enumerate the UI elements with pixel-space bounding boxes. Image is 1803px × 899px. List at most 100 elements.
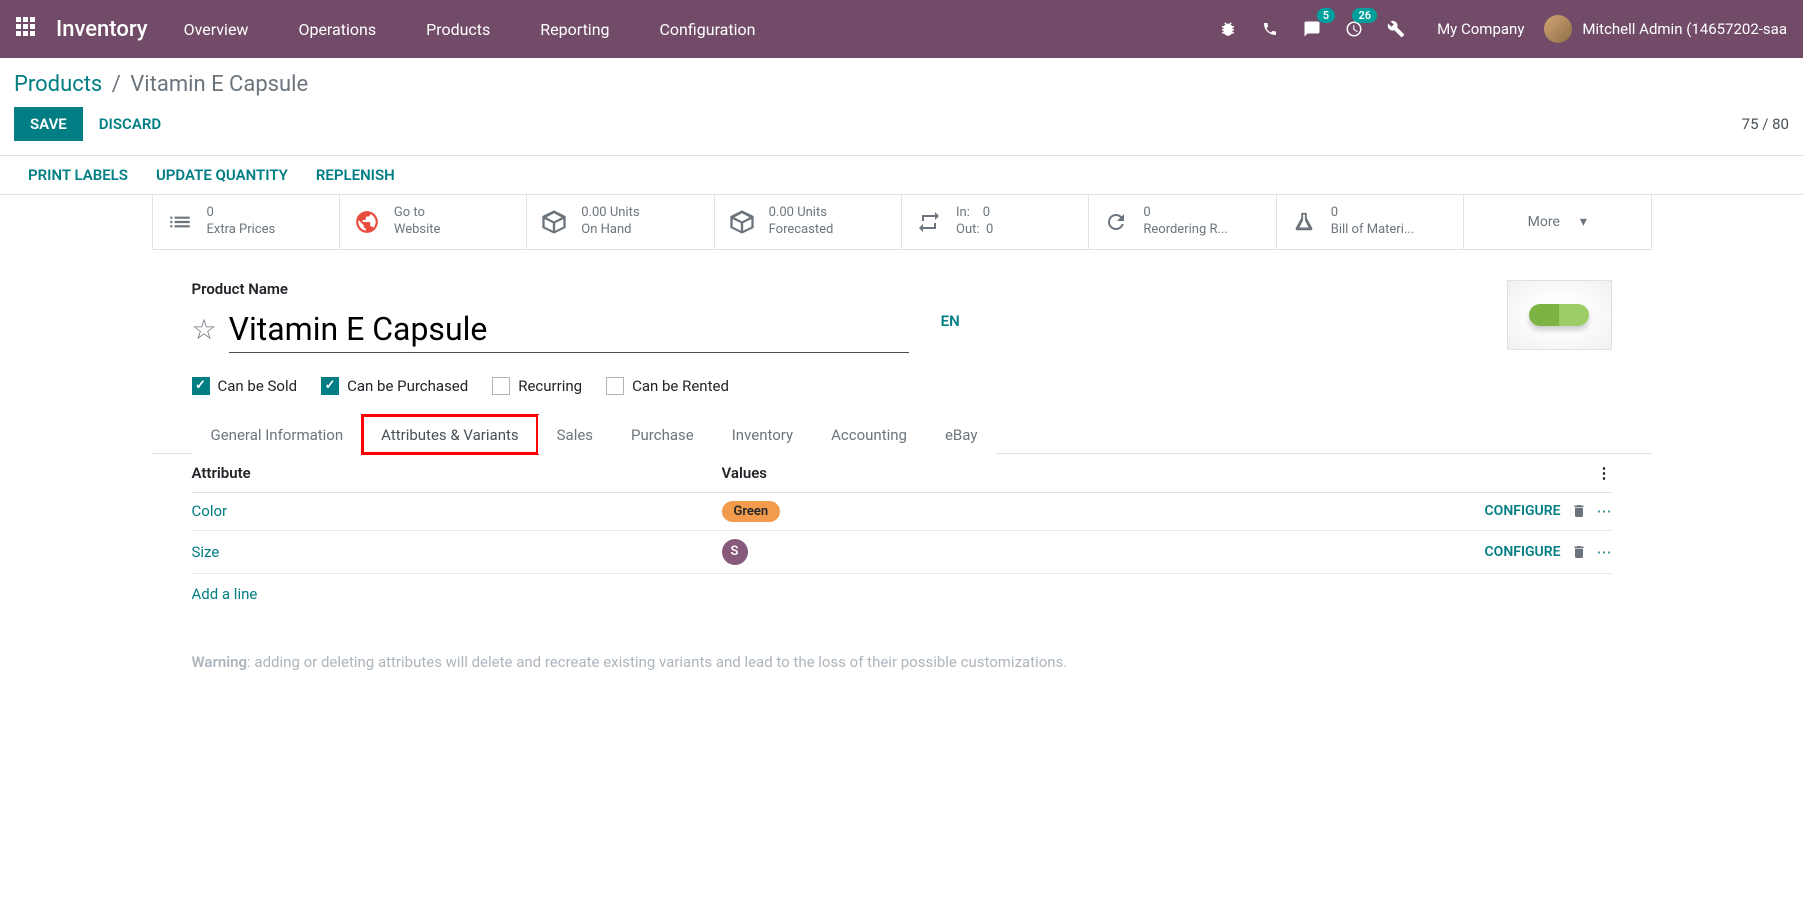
- tab-purchase[interactable]: Purchase: [612, 415, 713, 454]
- globe-icon: [352, 207, 382, 237]
- checkbox-label: Can be Sold: [218, 377, 298, 395]
- print-labels-button[interactable]: PRINT LABELS: [28, 166, 128, 184]
- stat-more[interactable]: More ▾: [1464, 195, 1650, 249]
- stat-value: 0: [1143, 205, 1227, 222]
- attribute-link[interactable]: Color: [192, 502, 228, 520]
- tab-inventory[interactable]: Inventory: [713, 415, 812, 454]
- stat-website[interactable]: Go to Website: [340, 195, 527, 249]
- checkbox-icon: [492, 377, 510, 395]
- refresh-icon: [1101, 207, 1131, 237]
- more-label: More: [1528, 214, 1560, 230]
- in-value: 0: [983, 205, 990, 220]
- table-row: Size S CONFIGURE ⋯: [192, 531, 1612, 574]
- can-be-purchased-checkbox[interactable]: Can be Purchased: [321, 377, 468, 395]
- configure-button[interactable]: CONFIGURE: [1485, 544, 1561, 560]
- cubes-icon: [539, 207, 569, 237]
- stat-value: 0: [1331, 205, 1414, 222]
- cubes-icon: [727, 207, 757, 237]
- stat-reordering[interactable]: 0 Reordering R...: [1089, 195, 1276, 249]
- table-row: Color Green CONFIGURE ⋯: [192, 493, 1612, 531]
- transfer-icon: [914, 207, 944, 237]
- breadcrumb: Products / Vitamin E Capsule: [14, 72, 1789, 97]
- schedule-icon[interactable]: 26: [1337, 12, 1371, 46]
- configure-button[interactable]: CONFIGURE: [1485, 503, 1561, 519]
- product-name-label: Product Name: [192, 280, 1612, 298]
- language-button[interactable]: EN: [941, 312, 960, 330]
- value-tag[interactable]: S: [722, 539, 748, 565]
- column-values: Values: [722, 464, 1582, 482]
- trash-icon[interactable]: [1571, 544, 1587, 560]
- flask-icon: [1289, 207, 1319, 237]
- user-name: Mitchell Admin (14657202-saa: [1582, 20, 1787, 38]
- more-icon[interactable]: ⋯: [1597, 543, 1612, 561]
- column-menu-icon[interactable]: ⋮: [1582, 464, 1612, 482]
- replenish-button[interactable]: REPLENISH: [316, 166, 395, 184]
- phone-icon[interactable]: [1253, 12, 1287, 46]
- stat-value: Go to: [394, 205, 441, 222]
- stat-label: Reordering R...: [1143, 222, 1227, 239]
- trash-icon[interactable]: [1571, 503, 1587, 519]
- tools-icon[interactable]: [1379, 12, 1413, 46]
- nav-products[interactable]: Products: [426, 20, 490, 39]
- capsule-icon: [1529, 304, 1589, 326]
- checkbox-label: Can be Rented: [632, 377, 729, 395]
- tab-ebay[interactable]: eBay: [926, 415, 996, 454]
- can-be-sold-checkbox[interactable]: Can be Sold: [192, 377, 298, 395]
- bug-icon[interactable]: [1211, 12, 1245, 46]
- checkbox-icon: [606, 377, 624, 395]
- tab-sales[interactable]: Sales: [538, 415, 612, 454]
- recurring-checkbox[interactable]: Recurring: [492, 377, 582, 395]
- tab-accounting[interactable]: Accounting: [812, 415, 926, 454]
- stat-label: Bill of Materi...: [1331, 222, 1414, 239]
- stat-on-hand[interactable]: 0.00 Units On Hand: [527, 195, 714, 249]
- stat-value: 0.00 Units: [581, 205, 639, 222]
- nav-overview[interactable]: Overview: [184, 20, 249, 39]
- nav-operations[interactable]: Operations: [298, 20, 376, 39]
- stat-label: Forecasted: [769, 222, 834, 239]
- checkbox-icon: [321, 377, 339, 395]
- user-menu[interactable]: Mitchell Admin (14657202-saa: [1544, 15, 1787, 43]
- stat-value: 0.00 Units: [769, 205, 834, 222]
- can-be-rented-checkbox[interactable]: Can be Rented: [606, 377, 729, 395]
- apps-icon[interactable]: [16, 17, 40, 41]
- stat-transfers[interactable]: In: 0 Out: 0: [902, 195, 1089, 249]
- favorite-star-icon[interactable]: ☆: [192, 313, 217, 346]
- app-brand[interactable]: Inventory: [56, 17, 148, 42]
- checkbox-icon: [192, 377, 210, 395]
- column-attribute: Attribute: [192, 464, 722, 482]
- warning-text: Warning: adding or deleting attributes w…: [152, 613, 1652, 691]
- update-quantity-button[interactable]: UPDATE QUANTITY: [156, 166, 288, 184]
- more-icon[interactable]: ⋯: [1597, 502, 1612, 520]
- product-image[interactable]: [1507, 280, 1612, 350]
- value-tag[interactable]: Green: [722, 501, 781, 522]
- stat-label: On Hand: [581, 222, 639, 239]
- nav-reporting[interactable]: Reporting: [540, 20, 609, 39]
- breadcrumb-parent[interactable]: Products: [14, 72, 102, 97]
- tab-attributes-variants[interactable]: Attributes & Variants: [362, 415, 537, 454]
- add-line-link[interactable]: Add a line: [192, 585, 258, 603]
- stat-forecasted[interactable]: 0.00 Units Forecasted: [715, 195, 902, 249]
- list-icon: [165, 207, 195, 237]
- save-button[interactable]: SAVE: [14, 107, 83, 141]
- checkbox-label: Can be Purchased: [347, 377, 468, 395]
- nav-configuration[interactable]: Configuration: [660, 20, 756, 39]
- stat-label: Website: [394, 222, 441, 239]
- stat-bom[interactable]: 0 Bill of Materi...: [1277, 195, 1464, 249]
- chat-badge: 5: [1317, 8, 1335, 23]
- company-selector[interactable]: My Company: [1437, 20, 1524, 38]
- stat-label: Extra Prices: [207, 222, 276, 239]
- attribute-link[interactable]: Size: [192, 543, 220, 561]
- caret-down-icon: ▾: [1580, 214, 1587, 230]
- out-value: 0: [986, 222, 993, 237]
- product-name-input[interactable]: [229, 306, 909, 353]
- tab-general-information[interactable]: General Information: [192, 415, 363, 454]
- stat-extra-prices[interactable]: 0 Extra Prices: [153, 195, 340, 249]
- breadcrumb-current: Vitamin E Capsule: [130, 72, 308, 97]
- schedule-badge: 26: [1352, 8, 1377, 23]
- in-label: In:: [956, 205, 970, 220]
- pager[interactable]: 75 / 80: [1742, 115, 1789, 133]
- chat-icon[interactable]: 5: [1295, 12, 1329, 46]
- discard-button[interactable]: DISCARD: [99, 115, 161, 133]
- avatar-icon: [1544, 15, 1572, 43]
- out-label: Out:: [956, 222, 980, 237]
